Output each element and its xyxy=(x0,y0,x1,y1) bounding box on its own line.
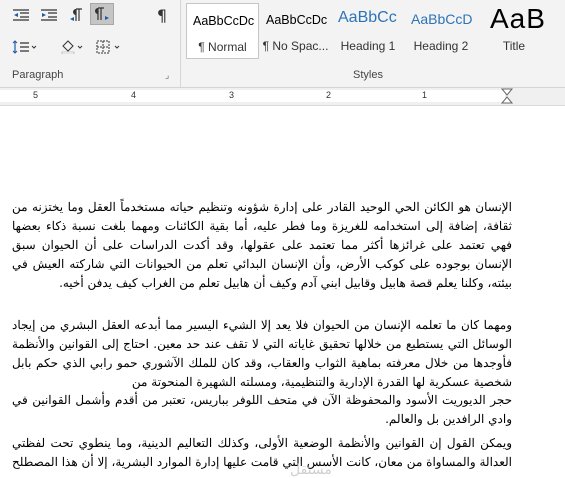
paragraph-group: ¶ Paragraph ⌟ xyxy=(0,0,181,87)
decrease-indent-icon xyxy=(13,9,29,21)
watermark-logo: مستقل xyxy=(290,462,332,478)
shading-paint-bucket-icon xyxy=(61,40,83,54)
ruler-number: 1 xyxy=(422,90,428,100)
style-sample: AaBbCcDc xyxy=(193,14,255,28)
increase-indent-icon xyxy=(41,9,57,21)
styles-gallery: AaBbCcDc ¶ Normal AaBbCcDc ¶ No Spac... … xyxy=(186,0,565,63)
style-sample: AaBbCc xyxy=(338,9,397,26)
styles-group-label: Styles xyxy=(353,69,383,81)
indent-marker-icon[interactable] xyxy=(500,88,514,105)
ltr-text-icon xyxy=(70,8,82,21)
borders-grid-icon xyxy=(96,40,120,54)
increase-indent-button[interactable] xyxy=(36,4,62,26)
style-sample: AaB xyxy=(490,3,546,34)
document-paragraph: الإنسان هو الكائن الحي الوحيد القادر على… xyxy=(12,200,512,290)
style-normal[interactable]: AaBbCcDc ¶ Normal xyxy=(186,3,259,59)
left-to-right-button[interactable] xyxy=(66,4,88,26)
rtl-text-icon xyxy=(95,7,109,20)
document-paragraph: ويمكن القول إن القوانين والأنظمة الوضعية… xyxy=(12,436,512,469)
style-heading-2[interactable]: AaBbCcD Heading 2 xyxy=(405,3,477,59)
pilcrow-icon: ¶ xyxy=(156,5,168,25)
style-name: Heading 1 xyxy=(340,39,396,53)
right-to-left-button[interactable] xyxy=(90,3,114,25)
line-spacing-button[interactable] xyxy=(8,36,42,58)
ruler-number: 4 xyxy=(131,90,137,100)
ribbon: ¶ Paragraph ⌟ AaBbCcDc ¶ Normal AaBbCcDc… xyxy=(0,0,565,88)
paragraph-dialog-launcher-icon[interactable]: ⌟ xyxy=(165,71,169,81)
decrease-indent-button[interactable] xyxy=(8,4,34,26)
style-name: Heading 2 xyxy=(413,39,469,53)
show-marks-button[interactable]: ¶ xyxy=(150,4,174,26)
document-page[interactable]: الإنسان هو الكائن الحي الوحيد القادر على… xyxy=(0,106,565,478)
style-name: ¶ No Spac... xyxy=(262,39,329,53)
ruler-text-area xyxy=(0,90,505,102)
ruler-number: 5 xyxy=(33,90,39,100)
paragraph-group-label: Paragraph xyxy=(12,69,64,81)
horizontal-ruler[interactable]: 5 4 3 2 1 xyxy=(0,88,565,106)
document-paragraph: حجر الديوريت الأسود والمحفوظة الآن في مت… xyxy=(12,393,512,426)
style-sample: AaBbCcDc xyxy=(266,13,328,27)
line-spacing-icon xyxy=(12,40,37,54)
document-paragraph: ومهما كان ما تعلمه الإنسان من الحيوان فل… xyxy=(12,318,512,389)
style-name: Title xyxy=(502,39,526,53)
ruler-number: 3 xyxy=(229,90,235,100)
style-title[interactable]: AaB Title xyxy=(478,3,550,59)
ruler-number: 2 xyxy=(326,90,332,100)
style-name: ¶ Normal xyxy=(198,40,247,54)
style-heading-1[interactable]: AaBbCc Heading 1 xyxy=(332,3,404,59)
borders-button[interactable] xyxy=(92,36,126,58)
style-no-spacing[interactable]: AaBbCcDc ¶ No Spac... xyxy=(260,3,331,59)
shading-button[interactable] xyxy=(58,36,88,58)
style-sample: AaBbCcD xyxy=(411,11,473,27)
